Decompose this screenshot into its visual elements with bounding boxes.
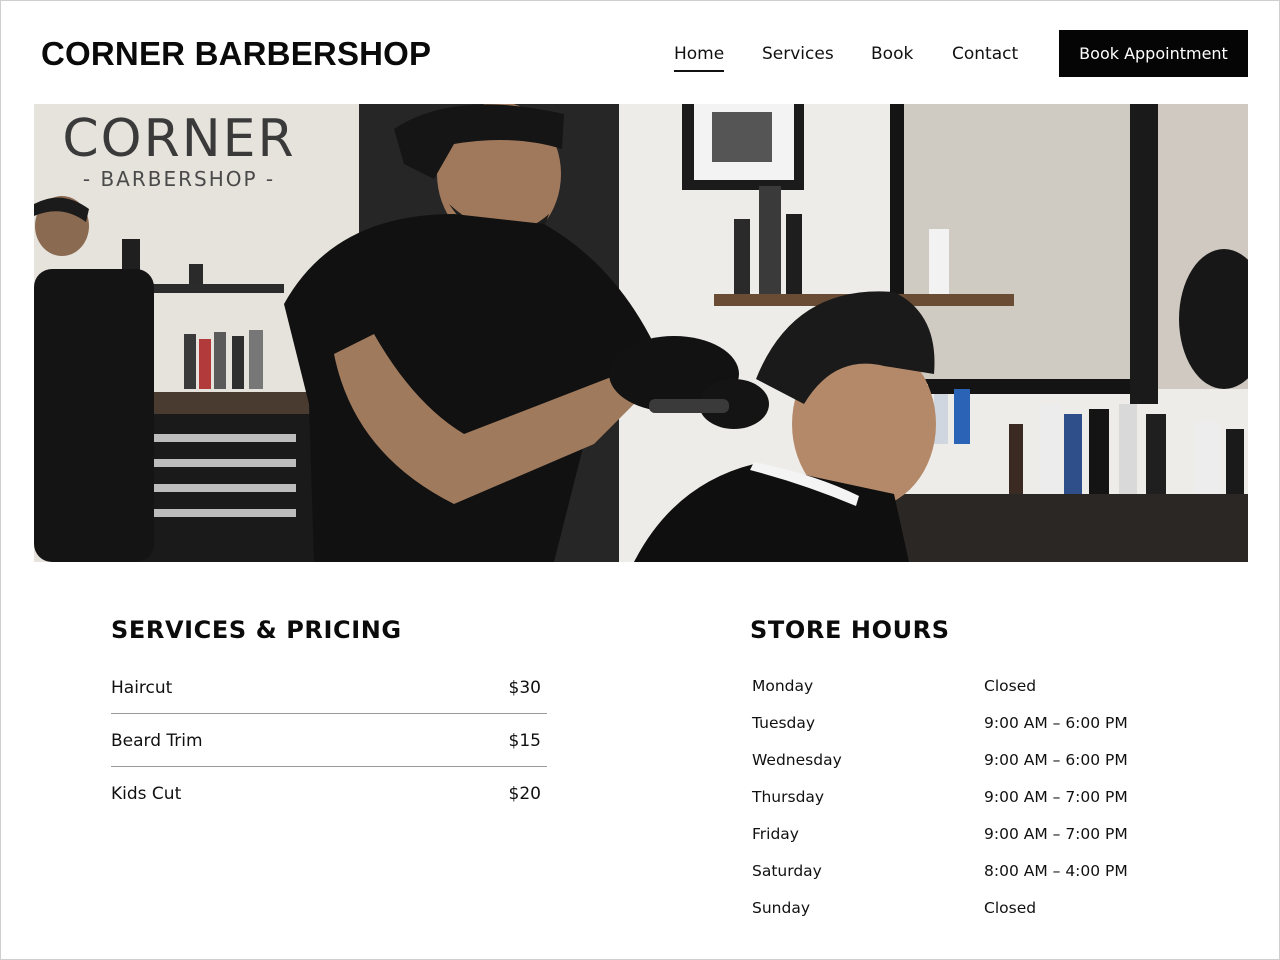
store-hours-title: STORE HOURS — [750, 616, 950, 644]
hours-row-tuesday: Tuesday 9:00 AM – 6:00 PM — [752, 706, 1172, 743]
hours-row-wednesday: Wednesday 9:00 AM – 6:00 PM — [752, 743, 1172, 780]
hours-row-friday: Friday 9:00 AM – 7:00 PM — [752, 817, 1172, 854]
book-appointment-button[interactable]: Book Appointment — [1059, 30, 1248, 77]
services-list: Haircut $30 Beard Trim $15 Kids Cut $20 — [111, 661, 547, 820]
wall-sign-text: CORNER — [62, 109, 295, 169]
service-name: Beard Trim — [111, 731, 203, 751]
hours-day: Sunday — [752, 899, 810, 917]
hero-image: CORNER - BARBERSHOP - — [34, 104, 1248, 562]
hours-time: 9:00 AM – 7:00 PM — [984, 825, 1128, 843]
services-pricing-title: SERVICES & PRICING — [111, 616, 402, 644]
hours-day: Saturday — [752, 862, 822, 880]
service-row-haircut: Haircut $30 — [111, 661, 547, 714]
hours-time: 9:00 AM – 7:00 PM — [984, 788, 1128, 806]
hours-day: Thursday — [752, 788, 825, 806]
hours-day: Wednesday — [752, 751, 842, 769]
service-name: Haircut — [111, 678, 173, 698]
hours-time: Closed — [984, 899, 1037, 917]
service-price: $15 — [508, 731, 541, 751]
hours-row-saturday: Saturday 8:00 AM – 4:00 PM — [752, 854, 1172, 891]
service-name: Kids Cut — [111, 784, 182, 804]
site-header: CORNER BARBERSHOP Home Services Book Con… — [1, 1, 1280, 104]
service-price: $30 — [508, 678, 541, 698]
hours-day: Friday — [752, 825, 799, 843]
store-hours-list: Monday Closed Tuesday 9:00 AM – 6:00 PM … — [752, 669, 1172, 928]
hours-day: Monday — [752, 677, 814, 695]
nav-book-link[interactable]: Book — [871, 44, 913, 64]
wall-sign-subtext: - BARBERSHOP - — [83, 167, 275, 191]
hours-row-sunday: Sunday Closed — [752, 891, 1172, 928]
service-row-kids-cut: Kids Cut $20 — [111, 767, 547, 820]
barbershop-photo: CORNER - BARBERSHOP - — [34, 104, 1248, 562]
hours-time: Closed — [984, 677, 1037, 695]
service-row-beard-trim: Beard Trim $15 — [111, 714, 547, 767]
hours-row-monday: Monday Closed — [752, 669, 1172, 706]
hours-time: 9:00 AM – 6:00 PM — [984, 751, 1128, 769]
service-price: $20 — [508, 784, 541, 804]
page-frame: CORNER BARBERSHOP Home Services Book Con… — [0, 0, 1280, 960]
nav-home-link[interactable]: Home — [674, 44, 725, 72]
hours-day: Tuesday — [752, 714, 816, 732]
hours-row-thursday: Thursday 9:00 AM – 7:00 PM — [752, 780, 1172, 817]
nav-services-link[interactable]: Services — [762, 44, 834, 64]
nav-contact-link[interactable]: Contact — [952, 44, 1018, 64]
hours-time: 8:00 AM – 4:00 PM — [984, 862, 1128, 880]
hours-time: 9:00 AM – 6:00 PM — [984, 714, 1128, 732]
